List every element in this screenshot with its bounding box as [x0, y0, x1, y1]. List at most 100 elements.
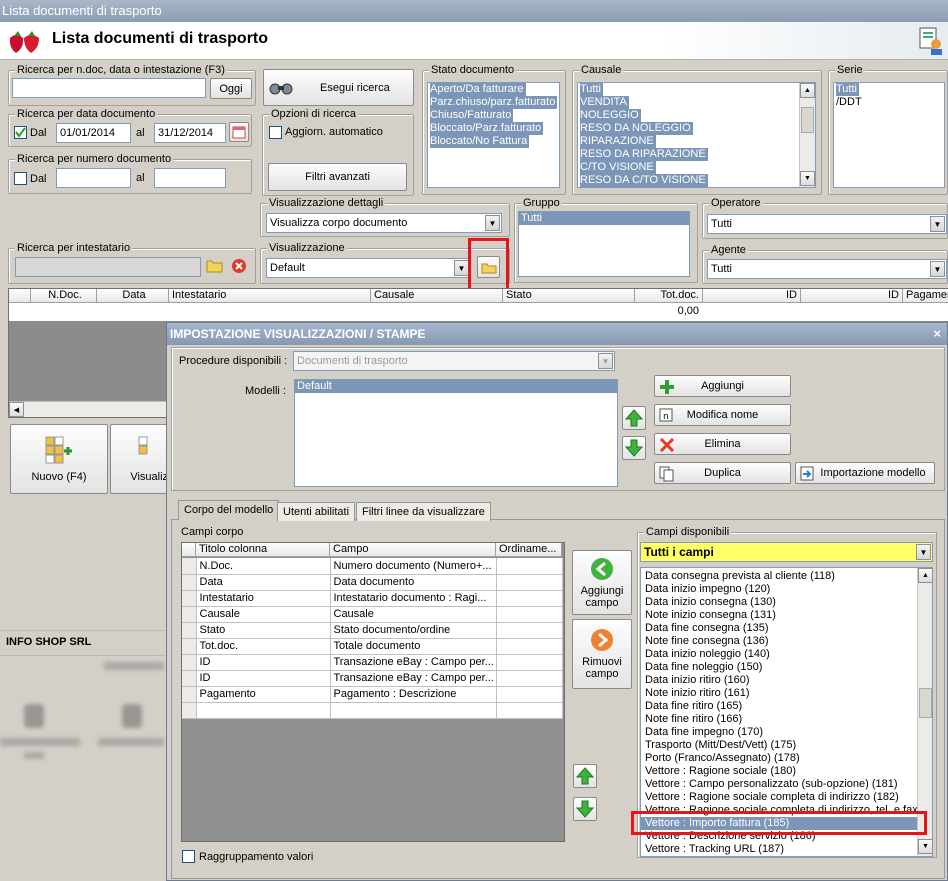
table-row[interactable]: Data Data documento [182, 574, 563, 591]
table-cell[interactable]: N.Doc. [196, 558, 331, 575]
list-item[interactable]: RIPARAZIONE [578, 135, 815, 148]
table-cell[interactable] [496, 654, 563, 671]
table-cell[interactable] [496, 638, 563, 655]
table-cell[interactable]: Intestatario documento : Ragi... [330, 590, 497, 607]
col-header[interactable]: Pagamen [903, 289, 948, 303]
available-field-item[interactable]: Trasporto (Mitt/Dest/Vett) (175) [641, 739, 917, 752]
table-row[interactable]: ID Transazione eBay : Campo per... [182, 670, 563, 687]
add-field-button[interactable]: Aggiungi campo [572, 550, 632, 615]
scroll-down-icon[interactable]: ▼ [918, 839, 933, 854]
grouping-checkbox[interactable] [182, 850, 195, 863]
body-fields-table[interactable]: Titolo colonna Campo Ordiname... N.Doc. N… [181, 542, 565, 842]
details-view-select[interactable]: Visualizza corpo documento ▼ [266, 213, 502, 233]
available-field-item[interactable]: Porto (Franco/Assegnato) (178) [641, 752, 917, 765]
available-field-item[interactable]: Note fine ritiro (166) [641, 713, 917, 726]
list-item[interactable]: Tutti [578, 83, 815, 96]
table-cell[interactable]: Tot.doc. [196, 638, 331, 655]
available-field-item[interactable]: Data fine noleggio (150) [641, 661, 917, 674]
view-button[interactable]: Visualizza [110, 424, 170, 494]
col-header[interactable]: Data [97, 289, 169, 303]
auto-update-checkbox[interactable] [269, 126, 282, 139]
table-row[interactable]: N.Doc. Numero documento (Numero+... [182, 558, 563, 575]
table-cell[interactable] [182, 686, 197, 703]
table-cell[interactable] [496, 670, 563, 687]
available-field-item[interactable]: Data fine ritiro (165) [641, 700, 917, 713]
scroll-left-icon[interactable]: ◀ [9, 402, 24, 417]
rename-model-button[interactable]: n Modifica nome [654, 404, 791, 426]
col-header[interactable]: ID [801, 289, 903, 303]
table-row[interactable]: Pagamento Pagamento : Descrizione [182, 686, 563, 703]
field-up-button[interactable] [573, 764, 597, 788]
date-to-input[interactable]: 31/12/2014 [154, 123, 226, 143]
table-cell[interactable] [496, 702, 563, 719]
list-item[interactable]: Bloccato/Parz.fatturato [428, 122, 559, 135]
tab-model-body[interactable]: Corpo del modello [178, 500, 280, 520]
run-search-button[interactable]: Esegui ricerca [263, 69, 414, 106]
remove-field-button[interactable]: Rimuovi campo [572, 619, 632, 689]
available-field-item[interactable]: Note inizio consegna (131) [641, 609, 917, 622]
table-cell[interactable]: Data documento [330, 574, 497, 591]
chevron-down-icon[interactable]: ▼ [916, 544, 931, 560]
add-model-button[interactable]: Aggiungi [654, 375, 791, 397]
col-header[interactable]: Intestatario [169, 289, 371, 303]
move-up-button[interactable] [622, 406, 646, 430]
tab-line-filters[interactable]: Filtri linee da visualizzare [356, 502, 491, 521]
number-from-input[interactable] [56, 168, 131, 188]
table-cell[interactable]: Pagamento [196, 686, 331, 703]
available-field-item[interactable]: Note fine consegna (136) [641, 635, 917, 648]
col-header[interactable]: Tot.doc. [635, 289, 703, 303]
table-cell[interactable] [182, 590, 197, 607]
table-cell[interactable] [496, 590, 563, 607]
models-list[interactable]: Default [294, 379, 618, 487]
table-cell[interactable]: Data [196, 574, 331, 591]
table-row[interactable]: Intestatario Intestatario documento : Rag… [182, 590, 563, 607]
procedure-select[interactable]: Documenti di trasporto ▼ [293, 351, 615, 371]
move-down-button[interactable] [622, 436, 646, 460]
fields-rows[interactable]: N.Doc. Numero documento (Numero+... Data Da… [182, 558, 563, 719]
table-cell[interactable] [182, 702, 197, 719]
table-cell[interactable] [196, 702, 331, 719]
agent-select[interactable]: Tutti ▼ [707, 259, 947, 279]
operator-select[interactable]: Tutti ▼ [707, 214, 947, 234]
table-cell[interactable]: Causale [330, 606, 497, 623]
scroll-thumb[interactable] [919, 688, 932, 718]
table-cell[interactable] [182, 654, 197, 671]
table-cell[interactable]: Pagamento : Descrizione [330, 686, 497, 703]
list-item[interactable]: RESO DA RIPARAZIONE [578, 148, 815, 161]
document-status-list[interactable]: Aperto/Da fatturare Parz.chiuso/parz.fatt… [427, 82, 560, 188]
available-field-item[interactable]: Vettore : Campo personalizzato (sub-opzi… [641, 778, 917, 791]
users-help-icon[interactable] [918, 26, 944, 56]
chevron-down-icon[interactable]: ▼ [930, 216, 945, 232]
table-cell[interactable] [496, 686, 563, 703]
scroll-thumb[interactable] [801, 107, 814, 133]
table-cell[interactable]: Stato documento/ordine [330, 622, 497, 639]
import-model-button[interactable]: Importazione modello [795, 462, 935, 484]
table-cell[interactable] [496, 558, 563, 575]
table-cell[interactable] [182, 622, 197, 639]
number-from-checkbox[interactable] [14, 172, 27, 185]
chevron-down-icon[interactable]: ▼ [598, 353, 613, 369]
col-header[interactable]: Stato [503, 289, 635, 303]
available-field-item[interactable]: Note inizio ritiro (161) [641, 687, 917, 700]
close-icon[interactable]: × [933, 326, 941, 341]
col-header[interactable]: Ordiname... [496, 543, 562, 557]
text-search-input[interactable] [12, 78, 206, 98]
tab-enabled-users[interactable]: Utenti abilitati [277, 502, 356, 521]
table-row[interactable]: Causale Causale [182, 606, 563, 623]
list-item[interactable]: VENDITA [578, 96, 815, 109]
calendar-button[interactable] [229, 122, 249, 142]
advanced-filters-button[interactable]: Filtri avanzati [268, 163, 407, 191]
table-cell[interactable] [182, 638, 197, 655]
table-cell[interactable]: Transazione eBay : Campo per... [330, 670, 497, 687]
list-item[interactable]: NOLEGGIO [578, 109, 815, 122]
table-cell[interactable]: ID [196, 654, 331, 671]
series-list[interactable]: Tutti/DDT [833, 82, 945, 188]
list-item[interactable]: RESO DA NOLEGGIO [578, 122, 815, 135]
new-button[interactable]: Nuovo (F4) [10, 424, 108, 494]
reason-list[interactable]: Tutti VENDITA NOLEGGIO RESO DA NOLEGGIO RIPA… [577, 82, 816, 188]
view-select[interactable]: Default ▼ [266, 258, 471, 278]
delete-model-button[interactable]: Elimina [654, 433, 791, 455]
today-button[interactable]: Oggi [210, 78, 252, 99]
table-cell[interactable] [182, 606, 197, 623]
duplicate-model-button[interactable]: Duplica [654, 462, 791, 484]
